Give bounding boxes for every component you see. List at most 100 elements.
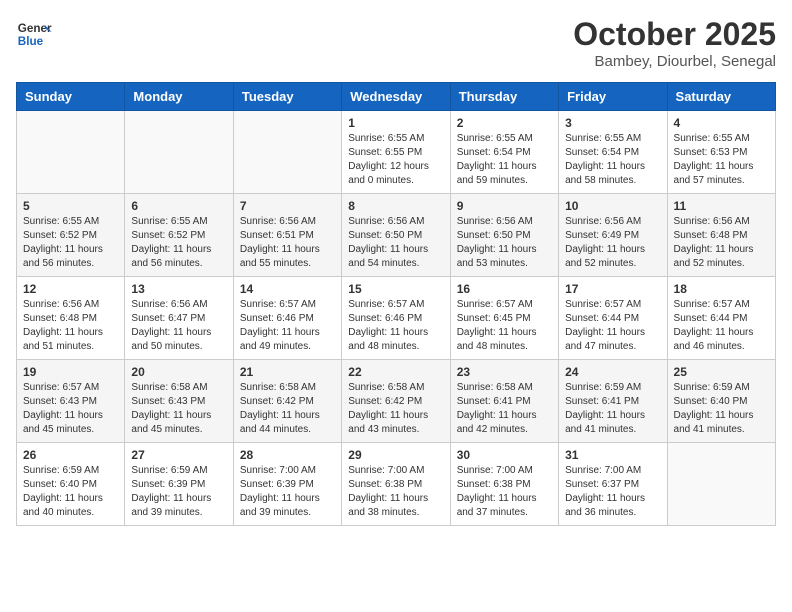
calendar-cell <box>125 111 233 194</box>
day-of-week-header: Thursday <box>450 83 558 111</box>
day-number: 21 <box>240 365 335 379</box>
day-number: 29 <box>348 448 443 462</box>
calendar-cell: 9Sunrise: 6:56 AM Sunset: 6:50 PM Daylig… <box>450 194 558 277</box>
day-number: 17 <box>565 282 660 296</box>
day-of-week-header: Sunday <box>17 83 125 111</box>
calendar-cell: 2Sunrise: 6:55 AM Sunset: 6:54 PM Daylig… <box>450 111 558 194</box>
day-info: Sunrise: 6:55 AM Sunset: 6:54 PM Dayligh… <box>565 132 660 188</box>
day-number: 31 <box>565 448 660 462</box>
calendar-cell: 5 Sunrise: 6:55 AM Sunset: 6:52 PM Daylig… <box>17 194 125 277</box>
calendar-table: SundayMondayTuesdayWednesdayThursdayFrid… <box>16 82 776 526</box>
day-info: Sunrise: 6:57 AM Sunset: 6:46 PM Dayligh… <box>348 298 443 354</box>
day-number: 7 <box>240 199 335 213</box>
day-number: 13 <box>131 282 226 296</box>
day-number: 15 <box>348 282 443 296</box>
day-info: Sunrise: 7:00 AM Sunset: 6:39 PM Dayligh… <box>240 464 335 520</box>
calendar-week-row: 19Sunrise: 6:57 AM Sunset: 6:43 PM Dayli… <box>17 360 776 443</box>
calendar-cell: 27 Sunrise: 6:59 AM Sunset: 6:39 PM Dayli… <box>125 443 233 526</box>
day-info: Sunrise: 6:59 AM Sunset: 6:39 PM Dayligh… <box>131 464 226 520</box>
day-of-week-header: Monday <box>125 83 233 111</box>
day-info: Sunrise: 6:56 AM Sunset: 6:47 PM Dayligh… <box>131 298 226 354</box>
calendar-cell: 3Sunrise: 6:55 AM Sunset: 6:54 PM Daylig… <box>559 111 667 194</box>
day-info: Sunrise: 6:55 AM Sunset: 6:53 PM Dayligh… <box>674 132 769 188</box>
calendar-cell: 16 Sunrise: 6:57 AM Sunset: 6:45 PM Dayli… <box>450 277 558 360</box>
day-info: Sunrise: 6:57 AM Sunset: 6:46 PM Dayligh… <box>240 298 335 354</box>
calendar-cell: 18 Sunrise: 6:57 AM Sunset: 6:44 PM Dayli… <box>667 277 775 360</box>
day-number: 2 <box>457 116 552 130</box>
calendar-header-row: SundayMondayTuesdayWednesdayThursdayFrid… <box>17 83 776 111</box>
day-number: 1 <box>348 116 443 130</box>
day-number: 16 <box>457 282 552 296</box>
day-info: Sunrise: 6:58 AM Sunset: 6:42 PM Dayligh… <box>348 381 443 437</box>
day-info: Sunrise: 6:55 AM Sunset: 6:52 PM Dayligh… <box>131 215 226 271</box>
day-info: Sunrise: 6:56 AM Sunset: 6:50 PM Dayligh… <box>457 215 552 271</box>
day-number: 22 <box>348 365 443 379</box>
day-number: 5 <box>23 199 118 213</box>
day-number: 12 <box>23 282 118 296</box>
calendar-week-row: 12 Sunrise: 6:56 AM Sunset: 6:48 PM Dayli… <box>17 277 776 360</box>
day-info: Sunrise: 6:55 AM Sunset: 6:52 PM Dayligh… <box>23 215 118 271</box>
calendar-cell: 22 Sunrise: 6:58 AM Sunset: 6:42 PM Dayli… <box>342 360 450 443</box>
calendar-cell: 11 Sunrise: 6:56 AM Sunset: 6:48 PM Dayli… <box>667 194 775 277</box>
calendar-cell <box>17 111 125 194</box>
calendar-cell: 17 Sunrise: 6:57 AM Sunset: 6:44 PM Dayli… <box>559 277 667 360</box>
svg-text:Blue: Blue <box>18 35 44 48</box>
day-info: Sunrise: 6:56 AM Sunset: 6:48 PM Dayligh… <box>23 298 118 354</box>
day-number: 30 <box>457 448 552 462</box>
calendar-cell: 19Sunrise: 6:57 AM Sunset: 6:43 PM Dayli… <box>17 360 125 443</box>
day-info: Sunrise: 6:56 AM Sunset: 6:48 PM Dayligh… <box>674 215 769 271</box>
day-number: 6 <box>131 199 226 213</box>
day-info: Sunrise: 6:58 AM Sunset: 6:42 PM Dayligh… <box>240 381 335 437</box>
calendar-cell: 7 Sunrise: 6:56 AM Sunset: 6:51 PM Daylig… <box>233 194 341 277</box>
day-info: Sunrise: 6:56 AM Sunset: 6:51 PM Dayligh… <box>240 215 335 271</box>
calendar-cell: 13 Sunrise: 6:56 AM Sunset: 6:47 PM Dayli… <box>125 277 233 360</box>
day-info: Sunrise: 6:57 AM Sunset: 6:44 PM Dayligh… <box>565 298 660 354</box>
calendar-cell: 30 Sunrise: 7:00 AM Sunset: 6:38 PM Dayli… <box>450 443 558 526</box>
calendar-week-row: 5 Sunrise: 6:55 AM Sunset: 6:52 PM Daylig… <box>17 194 776 277</box>
calendar-cell: 26 Sunrise: 6:59 AM Sunset: 6:40 PM Dayli… <box>17 443 125 526</box>
calendar-cell: 24 Sunrise: 6:59 AM Sunset: 6:41 PM Dayli… <box>559 360 667 443</box>
day-info: Sunrise: 6:55 AM Sunset: 6:55 PM Dayligh… <box>348 132 443 188</box>
calendar-cell <box>667 443 775 526</box>
calendar-cell: 29Sunrise: 7:00 AM Sunset: 6:38 PM Dayli… <box>342 443 450 526</box>
calendar-cell: 14 Sunrise: 6:57 AM Sunset: 6:46 PM Dayli… <box>233 277 341 360</box>
day-number: 11 <box>674 199 769 213</box>
day-info: Sunrise: 7:00 AM Sunset: 6:38 PM Dayligh… <box>457 464 552 520</box>
day-of-week-header: Tuesday <box>233 83 341 111</box>
day-of-week-header: Saturday <box>667 83 775 111</box>
day-of-week-header: Friday <box>559 83 667 111</box>
day-info: Sunrise: 6:59 AM Sunset: 6:40 PM Dayligh… <box>674 381 769 437</box>
calendar-cell: 25Sunrise: 6:59 AM Sunset: 6:40 PM Dayli… <box>667 360 775 443</box>
day-number: 24 <box>565 365 660 379</box>
month-title: October 2025 <box>573 16 776 53</box>
day-number: 27 <box>131 448 226 462</box>
calendar-cell: 28 Sunrise: 7:00 AM Sunset: 6:39 PM Dayli… <box>233 443 341 526</box>
logo-icon: General Blue <box>16 16 52 52</box>
day-number: 20 <box>131 365 226 379</box>
day-info: Sunrise: 6:59 AM Sunset: 6:40 PM Dayligh… <box>23 464 118 520</box>
day-number: 28 <box>240 448 335 462</box>
day-number: 4 <box>674 116 769 130</box>
calendar-cell: 1 Sunrise: 6:55 AM Sunset: 6:55 PM Daylig… <box>342 111 450 194</box>
calendar-cell: 15 Sunrise: 6:57 AM Sunset: 6:46 PM Dayli… <box>342 277 450 360</box>
title-block: October 2025 Bambey, Diourbel, Senegal <box>573 16 776 70</box>
day-number: 14 <box>240 282 335 296</box>
calendar-cell <box>233 111 341 194</box>
calendar-cell: 8Sunrise: 6:56 AM Sunset: 6:50 PM Daylig… <box>342 194 450 277</box>
day-number: 8 <box>348 199 443 213</box>
calendar-week-row: 26 Sunrise: 6:59 AM Sunset: 6:40 PM Dayli… <box>17 443 776 526</box>
location: Bambey, Diourbel, Senegal <box>573 53 776 70</box>
logo: General Blue <box>16 16 52 52</box>
calendar-cell: 4 Sunrise: 6:55 AM Sunset: 6:53 PM Daylig… <box>667 111 775 194</box>
day-info: Sunrise: 6:57 AM Sunset: 6:44 PM Dayligh… <box>674 298 769 354</box>
calendar-cell: 21 Sunrise: 6:58 AM Sunset: 6:42 PM Dayli… <box>233 360 341 443</box>
day-info: Sunrise: 6:57 AM Sunset: 6:45 PM Dayligh… <box>457 298 552 354</box>
day-number: 18 <box>674 282 769 296</box>
calendar-week-row: 1 Sunrise: 6:55 AM Sunset: 6:55 PM Daylig… <box>17 111 776 194</box>
calendar-cell: 20Sunrise: 6:58 AM Sunset: 6:43 PM Dayli… <box>125 360 233 443</box>
day-number: 26 <box>23 448 118 462</box>
page-header: General Blue October 2025 Bambey, Diourb… <box>16 16 776 70</box>
day-number: 10 <box>565 199 660 213</box>
calendar-cell: 31Sunrise: 7:00 AM Sunset: 6:37 PM Dayli… <box>559 443 667 526</box>
day-info: Sunrise: 6:59 AM Sunset: 6:41 PM Dayligh… <box>565 381 660 437</box>
